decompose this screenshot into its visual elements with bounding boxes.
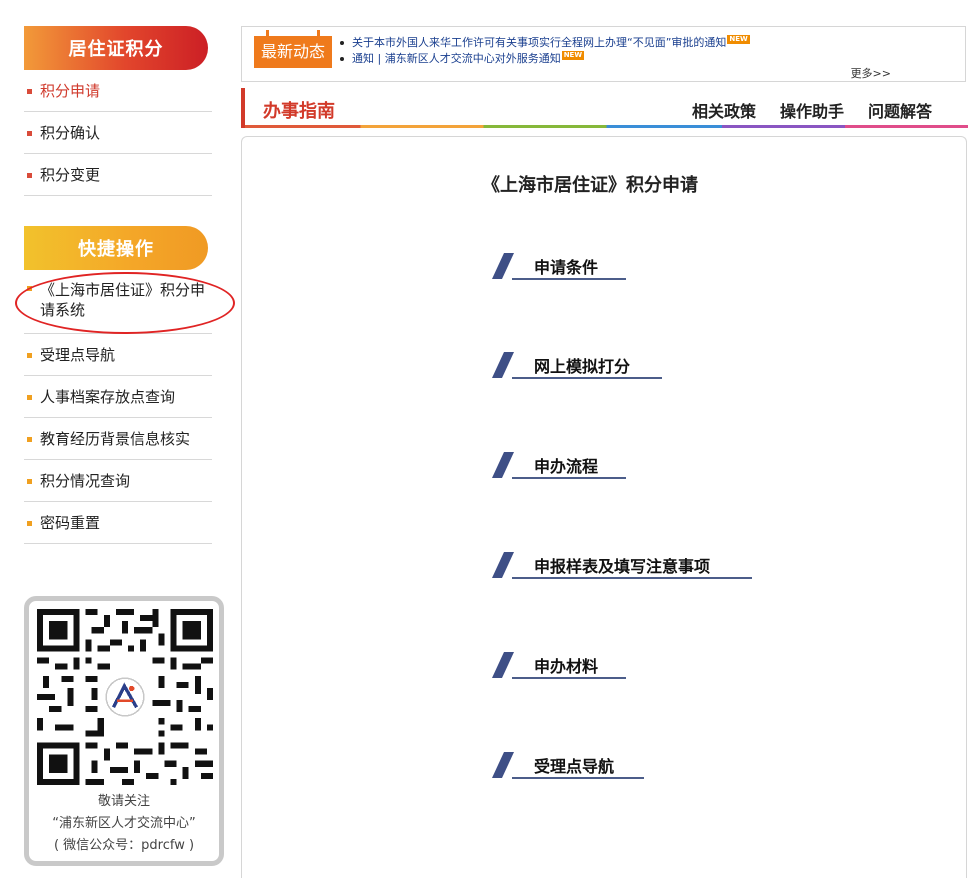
- section-label: 申请条件: [534, 258, 599, 277]
- guide-link-policy[interactable]: 相关政策: [692, 98, 756, 122]
- highlight-circle: [15, 272, 235, 334]
- wechat-qr-card: 敬请关注 “浦东新区人才交流中心” ( 微信公众号：pdrcfw ): [24, 596, 224, 866]
- qr-caption: 敬请关注 “浦东新区人才交流中心” ( 微信公众号：pdrcfw ): [29, 791, 219, 857]
- wedge-icon: [492, 752, 514, 778]
- guide-nav: 相关政策 操作助手 问题解答: [692, 98, 932, 122]
- section-label: 网上模拟打分: [534, 357, 631, 376]
- section-label: 申办材料: [534, 657, 599, 676]
- sidebar-item-change[interactable]: 积分变更: [24, 154, 212, 196]
- bullet-icon: [27, 89, 32, 94]
- wedge-icon: [492, 352, 514, 378]
- content-panel: 《上海市居住证》积分申请 申请条件 网上模拟打分 申办流程 申报样表及填写注意事…: [241, 136, 967, 878]
- qr-caption-line1: 敬请关注: [97, 794, 150, 809]
- sidebar-item-office-nav[interactable]: 受理点导航: [24, 334, 212, 376]
- bullet-icon: [27, 131, 32, 136]
- section-label: 受理点导航: [534, 757, 615, 776]
- guide-link-assistant[interactable]: 操作助手: [780, 98, 844, 122]
- bullet-icon: [27, 353, 32, 358]
- section-label: 申报样表及填写注意事项: [534, 557, 711, 576]
- wedge-icon: [492, 253, 514, 279]
- sidebar-item-archive-query[interactable]: 人事档案存放点查询: [24, 376, 212, 418]
- guide-rainbow-underline: [245, 125, 968, 128]
- news-tag-label: 最新动态: [260, 42, 325, 61]
- new-badge-icon: NEW: [727, 35, 750, 44]
- guide-title: 办事指南: [263, 101, 335, 122]
- qr-caption-line3: ( 微信公众号：pdrcfw ): [53, 838, 195, 853]
- sidebar-points-list: 积分申请 积分确认 积分变更: [24, 70, 212, 196]
- section-label: 申办流程: [534, 457, 599, 476]
- tag-peg-icon: [317, 30, 320, 38]
- news-more-link[interactable]: 更多>>: [851, 65, 891, 81]
- sidebar-item-points-query[interactable]: 积分情况查询: [24, 460, 212, 502]
- news-ticker: 最新动态 关于本市外国人来华工作许可有关事项实行全程网上办理“不见面”审批的通知…: [241, 26, 966, 82]
- wedge-icon: [492, 552, 514, 578]
- bullet-icon: [27, 437, 32, 442]
- news-list: 关于本市外国人来华工作许可有关事项实行全程网上办理“不见面”审批的通知 NEW 通…: [338, 35, 750, 67]
- bullet-icon: [27, 395, 32, 400]
- bullet-icon: [27, 173, 32, 178]
- new-badge-icon: NEW: [561, 51, 585, 60]
- tag-peg-icon: [266, 30, 269, 38]
- qr-caption-line2: “浦东新区人才交流中心”: [52, 816, 196, 831]
- sidebar-item-education-verify[interactable]: 教育经历背景信息核实: [24, 418, 212, 460]
- sidebar-item-confirm[interactable]: 积分确认: [24, 112, 212, 154]
- section-underline: [512, 477, 626, 479]
- news-item[interactable]: 关于本市外国人来华工作许可有关事项实行全程网上办理“不见面”审批的通知 NEW: [338, 35, 750, 51]
- section-underline: [512, 278, 626, 280]
- guide-accent-bar: [241, 88, 245, 128]
- news-tag: 最新动态: [254, 30, 332, 68]
- news-item[interactable]: 通知 | 浦东新区人才交流中心对外服务通知 NEW: [338, 51, 750, 67]
- section-underline: [512, 577, 752, 579]
- section-underline: [512, 777, 644, 779]
- sidebar-item-password-reset[interactable]: 密码重置: [24, 502, 212, 544]
- bullet-icon: [27, 479, 32, 484]
- qr-code-graphic: [37, 609, 213, 785]
- bullet-icon: [27, 521, 32, 526]
- guide-header: 办事指南 相关政策 操作助手 问题解答: [241, 88, 968, 128]
- guide-link-faq[interactable]: 问题解答: [868, 98, 932, 122]
- wedge-icon: [492, 452, 514, 478]
- wedge-icon: [492, 652, 514, 678]
- qr-code-icon: [37, 609, 213, 785]
- section-underline: [512, 377, 662, 379]
- sidebar-item-apply[interactable]: 积分申请: [24, 70, 212, 112]
- section-underline: [512, 677, 626, 679]
- page-title: 《上海市居住证》积分申请: [482, 175, 698, 196]
- sidebar-title-points: 居住证积分: [24, 26, 208, 70]
- sidebar-title-quick: 快捷操作: [24, 226, 208, 270]
